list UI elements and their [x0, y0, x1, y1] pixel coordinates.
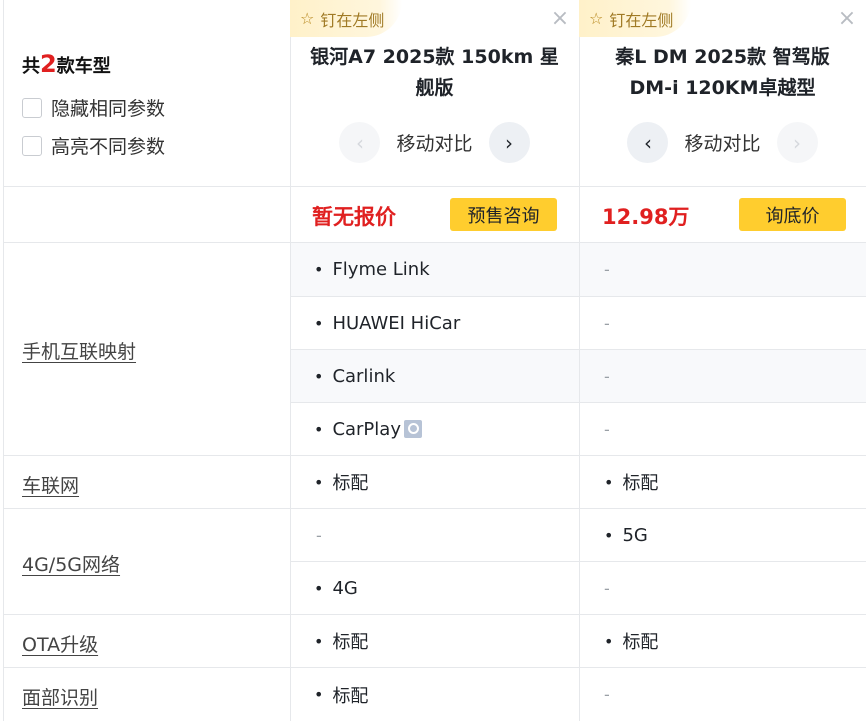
hide-same-label: 隐藏相同参数: [51, 98, 166, 120]
pin-icon: ☆: [589, 9, 604, 28]
value-cell: • 4G: [291, 562, 579, 614]
value-cell: • 标配: [291, 668, 579, 721]
highlight-diff-option[interactable]: 高亮不同参数: [22, 132, 165, 159]
param-label-phone-mapping[interactable]: 手机互联映射: [22, 337, 136, 364]
value-text: 标配: [332, 685, 369, 707]
pin-label: 钉在左侧: [320, 10, 385, 30]
value-cell: • 标配: [291, 615, 579, 667]
pin-icon: ☆: [300, 9, 315, 28]
pin-left-button[interactable]: ☆ 钉在左侧: [290, 0, 403, 37]
param-label-connected-car[interactable]: 车联网: [22, 471, 79, 498]
value-cell: -: [580, 668, 866, 721]
value-cell: -: [580, 562, 866, 614]
car-name: 银河A7 2025款 150km 星舰版: [310, 46, 559, 99]
close-icon[interactable]: ×: [836, 8, 858, 30]
value-cell: -: [580, 297, 866, 349]
value-text: -: [604, 419, 610, 439]
value-cell: • HUAWEI HiCar: [291, 297, 579, 349]
value-cell: • Flyme Link: [291, 243, 579, 296]
value-text: CarPlay: [332, 418, 401, 440]
value-text: 4G: [332, 577, 358, 599]
close-icon[interactable]: ×: [549, 8, 571, 30]
value-text: Flyme Link: [332, 259, 430, 280]
value-text: 标配: [332, 473, 369, 494]
pin-left-button[interactable]: ☆ 钉在左侧: [579, 0, 692, 37]
presale-inquiry-button[interactable]: 预售咨询: [450, 198, 557, 231]
param-label-ota[interactable]: OTA升级: [22, 630, 98, 657]
bullet: •: [604, 472, 614, 492]
model-count: 共2款车型: [22, 50, 111, 78]
pin-label: 钉在左侧: [609, 10, 674, 30]
value-text: 标配: [622, 473, 659, 494]
grid-line: [3, 0, 4, 721]
value-cell: • 标配: [580, 456, 866, 508]
value-cell: • CarPlay: [291, 403, 579, 455]
bullet: •: [604, 631, 614, 651]
value-cell: -: [580, 403, 866, 455]
bullet: •: [604, 525, 614, 545]
hide-same-checkbox[interactable]: [22, 97, 42, 118]
bullet: •: [314, 631, 324, 651]
value-cell: • 5G: [580, 509, 866, 561]
param-label-face-recognition[interactable]: 面部识别: [22, 683, 98, 710]
value-text: 标配: [332, 632, 369, 653]
bullet: •: [314, 260, 324, 279]
bullet: •: [314, 472, 324, 492]
value-text: -: [316, 525, 322, 545]
comparison-table: 共2款车型 隐藏相同参数 高亮不同参数 ☆ 钉在左侧 × 银河A7 2025款 …: [0, 0, 866, 721]
car-header-2: ☆ 钉在左侧 × 秦L DM 2025款 智驾版 DM-i 120KM卓越型 ‹…: [579, 0, 866, 186]
grid-line: [3, 186, 866, 187]
ask-price-button[interactable]: 询底价: [739, 198, 846, 231]
count-prefix: 共: [22, 56, 40, 77]
bullet: •: [314, 578, 324, 598]
car-header-1: ☆ 钉在左侧 × 银河A7 2025款 150km 星舰版 ‹ 移动对比 ›: [290, 0, 579, 186]
car-price: 12.98万: [602, 205, 690, 229]
value-cell: -: [580, 243, 866, 296]
bullet: •: [314, 366, 324, 386]
value-text: Carlink: [332, 365, 396, 387]
car-name: 秦L DM 2025款 智驾版 DM-i 120KM卓越型: [615, 46, 830, 99]
highlight-diff-label: 高亮不同参数: [51, 136, 166, 158]
value-text: 标配: [622, 632, 659, 653]
count-suffix: 款车型: [56, 56, 111, 77]
move-compare: ‹ 移动对比 ›: [579, 122, 866, 163]
value-cell: • 标配: [580, 615, 866, 667]
value-text: HUAWEI HiCar: [332, 312, 461, 334]
chevron-right-icon[interactable]: ›: [488, 122, 530, 163]
param-label-network[interactable]: 4G/5G网络: [22, 550, 120, 577]
value-text: -: [604, 260, 610, 279]
move-label: 移动对比: [396, 133, 473, 155]
value-text: -: [604, 366, 610, 386]
value-cell: -: [580, 350, 866, 402]
hide-same-option[interactable]: 隐藏相同参数: [22, 94, 165, 121]
bullet: •: [314, 419, 324, 439]
value-text: 5G: [622, 524, 648, 546]
chevron-left-icon[interactable]: ‹: [339, 122, 381, 163]
value-text: -: [604, 578, 610, 598]
value-text: -: [604, 313, 610, 333]
search-icon[interactable]: [403, 420, 422, 438]
bullet: •: [314, 685, 324, 704]
chevron-left-icon[interactable]: ‹: [627, 122, 669, 163]
bullet: •: [314, 313, 324, 333]
move-compare: ‹ 移动对比 ›: [290, 122, 579, 163]
car-price: 暂无报价: [312, 205, 396, 229]
chevron-right-icon[interactable]: ›: [776, 122, 818, 163]
move-label: 移动对比: [684, 133, 761, 155]
count-number: 2: [40, 50, 57, 78]
highlight-diff-checkbox[interactable]: [22, 135, 42, 156]
value-cell: • 标配: [291, 456, 579, 508]
value-text: -: [604, 685, 610, 704]
value-cell: -: [291, 509, 579, 561]
value-cell: • Carlink: [291, 350, 579, 402]
